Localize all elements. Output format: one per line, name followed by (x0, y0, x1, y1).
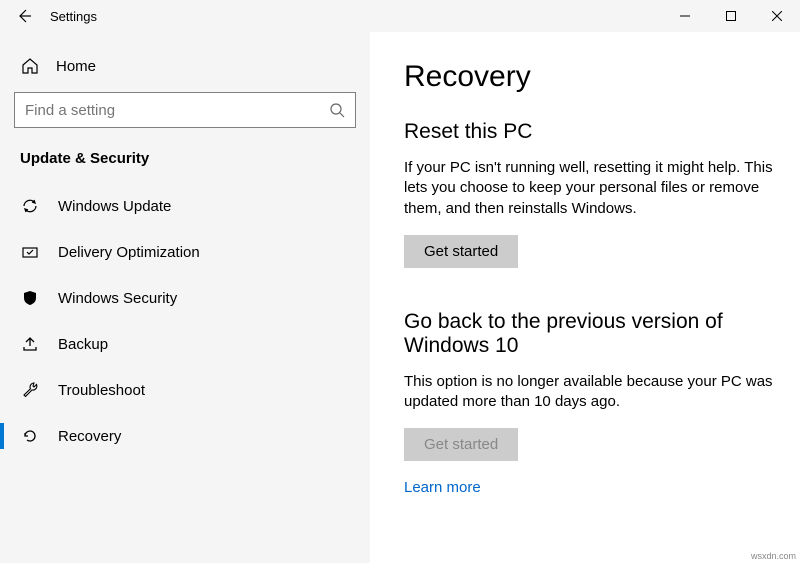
search-input[interactable] (25, 102, 329, 119)
learn-more-link[interactable]: Learn more (404, 479, 481, 496)
category-header: Update & Security (12, 150, 358, 183)
go-back-get-started-button: Get started (404, 428, 518, 461)
reset-pc-title: Reset this PC (404, 120, 776, 144)
sidebar-item-label: Troubleshoot (58, 382, 145, 399)
back-button[interactable] (14, 6, 34, 26)
minimize-button[interactable] (662, 0, 708, 32)
home-nav[interactable]: Home (12, 48, 358, 92)
titlebar: Settings (0, 0, 800, 32)
app-title: Settings (50, 9, 97, 24)
go-back-section: Go back to the previous version of Windo… (404, 310, 776, 462)
backup-icon (20, 334, 40, 354)
go-back-title: Go back to the previous version of Windo… (404, 310, 776, 358)
sidebar-item-windows-security[interactable]: Windows Security (0, 275, 370, 321)
close-icon (772, 11, 782, 21)
sidebar-item-label: Windows Update (58, 198, 171, 215)
sidebar-item-label: Recovery (58, 428, 121, 445)
go-back-body: This option is no longer available becau… (404, 372, 776, 413)
sidebar: Home Update & Security Windows Update De… (0, 32, 370, 563)
home-icon (20, 56, 40, 76)
attribution-text: wsxdn.com (751, 551, 796, 561)
sidebar-item-label: Windows Security (58, 290, 177, 307)
minimize-icon (680, 11, 690, 21)
home-label: Home (56, 58, 96, 75)
reset-get-started-button[interactable]: Get started (404, 235, 518, 268)
sidebar-item-backup[interactable]: Backup (0, 321, 370, 367)
sidebar-item-recovery[interactable]: Recovery (0, 413, 370, 459)
search-box[interactable] (14, 92, 356, 128)
back-arrow-icon (16, 8, 32, 24)
maximize-icon (726, 11, 736, 21)
reset-pc-body: If your PC isn't running well, resetting… (404, 158, 776, 219)
sidebar-item-label: Backup (58, 336, 108, 353)
wrench-icon (20, 380, 40, 400)
sidebar-item-windows-update[interactable]: Windows Update (0, 183, 370, 229)
sidebar-item-delivery-optimization[interactable]: Delivery Optimization (0, 229, 370, 275)
sidebar-item-troubleshoot[interactable]: Troubleshoot (0, 367, 370, 413)
search-icon (329, 102, 345, 118)
recovery-icon (20, 426, 40, 446)
page-title: Recovery (404, 60, 776, 94)
sidebar-item-label: Delivery Optimization (58, 244, 200, 261)
delivery-icon (20, 242, 40, 262)
content-area: Recovery Reset this PC If your PC isn't … (370, 32, 800, 563)
reset-pc-section: Reset this PC If your PC isn't running w… (404, 120, 776, 268)
close-button[interactable] (754, 0, 800, 32)
shield-icon (20, 288, 40, 308)
window-controls (662, 0, 800, 32)
sync-icon (20, 196, 40, 216)
nav-list: Windows Update Delivery Optimization Win… (0, 183, 370, 459)
maximize-button[interactable] (708, 0, 754, 32)
